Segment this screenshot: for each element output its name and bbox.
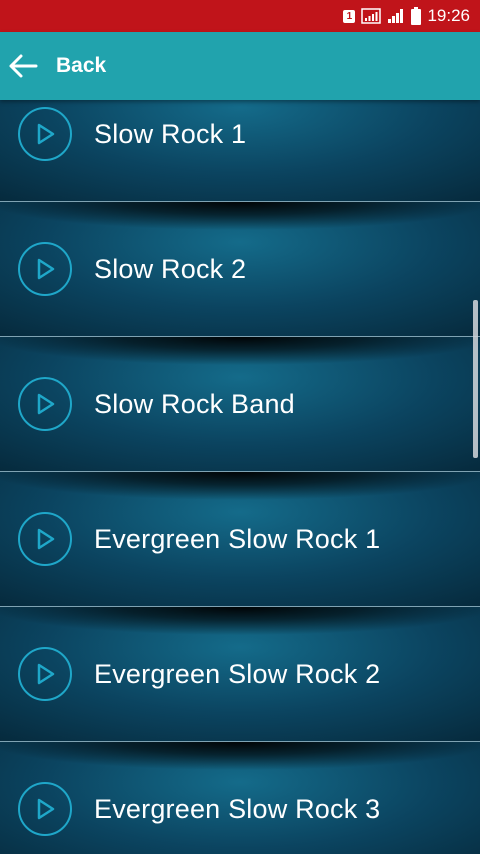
list-item-slow-rock-2[interactable]: Slow Rock 2 bbox=[0, 202, 480, 337]
play-circle-icon bbox=[18, 647, 72, 701]
play-circle-icon bbox=[18, 242, 72, 296]
song-list-track: Slow Rock 1 Slow Rock 2 Slow Rock Band E… bbox=[0, 100, 480, 854]
list-item-label: Evergreen Slow Rock 2 bbox=[94, 658, 381, 689]
status-time: 19:26 bbox=[427, 6, 470, 25]
arrow-left-icon bbox=[8, 53, 38, 79]
back-button[interactable]: Back bbox=[8, 53, 106, 79]
list-item-evergreen-slow-rock-2[interactable]: Evergreen Slow Rock 2 bbox=[0, 607, 480, 742]
play-circle-icon bbox=[18, 782, 72, 836]
play-circle-icon bbox=[18, 377, 72, 431]
list-item-label: Evergreen Slow Rock 1 bbox=[94, 523, 381, 554]
play-circle-icon bbox=[18, 512, 72, 566]
list-item-label: Slow Rock Band bbox=[94, 388, 295, 419]
back-label: Back bbox=[56, 54, 107, 77]
play-circle-icon bbox=[18, 107, 72, 161]
list-item-evergreen-slow-rock-3[interactable]: Evergreen Slow Rock 3 bbox=[0, 742, 480, 854]
signal-strength-icon bbox=[387, 8, 405, 24]
battery-icon bbox=[411, 7, 422, 25]
list-item-slow-rock-band[interactable]: Slow Rock Band bbox=[0, 337, 480, 472]
signal-icon bbox=[361, 8, 382, 24]
toolbar: Back bbox=[0, 32, 480, 100]
list-item-label: Evergreen Slow Rock 3 bbox=[94, 793, 381, 824]
list-item-slow-rock-1[interactable]: Slow Rock 1 bbox=[0, 100, 480, 202]
sim-icon: 1 bbox=[343, 9, 356, 23]
list-item-evergreen-slow-rock-1[interactable]: Evergreen Slow Rock 1 bbox=[0, 472, 480, 607]
song-list[interactable]: Slow Rock 1 Slow Rock 2 Slow Rock Band E… bbox=[0, 100, 480, 854]
list-item-label: Slow Rock 1 bbox=[94, 118, 247, 149]
list-item-label: Slow Rock 2 bbox=[94, 253, 247, 284]
sim-badge: 1 bbox=[343, 9, 356, 23]
status-bar: 1 19:26 bbox=[0, 0, 480, 32]
scrollbar[interactable] bbox=[473, 300, 478, 458]
